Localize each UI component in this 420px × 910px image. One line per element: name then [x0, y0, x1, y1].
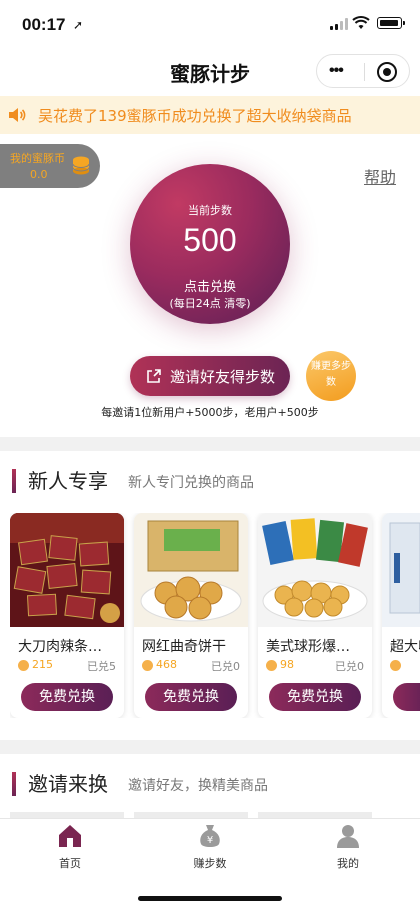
- home-icon: [59, 825, 81, 847]
- invite-section: 邀请来换 邀请好友，换精美商品: [0, 754, 420, 818]
- exchange-button[interactable]: 免费兑换: [269, 683, 361, 711]
- signal-icon: [330, 18, 348, 30]
- section-subtitle: 邀请好友，换精美商品: [128, 778, 268, 794]
- tab-label: 首页: [59, 857, 81, 870]
- storage-bag-image: [382, 513, 420, 627]
- product-price: 468: [156, 658, 177, 671]
- popcorn-image: [258, 513, 372, 627]
- product-carousel[interactable]: 大刀肉辣条… 215 已兑5 免费兑换 网红曲奇饼干 468 已兑0 免费兑换: [10, 513, 420, 718]
- product-price: 98: [280, 658, 294, 671]
- product-name: 网红曲奇饼干: [142, 639, 226, 655]
- share-icon: [147, 369, 161, 383]
- exchange-button[interactable]: 免费兑换: [145, 683, 237, 711]
- tab-home[interactable]: 首页: [20, 823, 120, 879]
- target-close-icon[interactable]: [377, 62, 397, 82]
- more-dots-icon[interactable]: •••: [329, 63, 344, 79]
- spicy-strip-image: [10, 513, 124, 627]
- section-title: 邀请来换: [28, 772, 108, 796]
- coin-value: 0.0: [30, 168, 48, 181]
- earn-more-steps-button[interactable]: 赚更多步数: [306, 351, 356, 401]
- tab-label: 我的: [337, 857, 359, 870]
- section-accent-bar: [12, 772, 16, 796]
- coin-stack-icon: [72, 156, 90, 175]
- tab-profile[interactable]: 我的: [298, 823, 398, 879]
- help-link[interactable]: 帮助: [364, 164, 396, 188]
- tab-earn-steps[interactable]: ¥ 赚步数: [160, 823, 260, 879]
- invite-tip: 每邀请1位新用户+5000步，老用户+500步: [101, 406, 319, 419]
- tab-label: 赚步数: [193, 857, 227, 870]
- nav-bar: 蜜豚计步 •••: [0, 48, 420, 96]
- product-sold: 已兑0: [211, 660, 240, 673]
- earn-more-label: 赚更多步数: [311, 361, 351, 388]
- invite-button-label: 邀请好友得步数: [170, 368, 276, 386]
- product-card[interactable]: 大刀肉辣条… 215 已兑5 免费兑换: [10, 513, 124, 718]
- status-bar: 00:17 ➚: [0, 0, 420, 48]
- product-sold: 已兑5: [87, 660, 116, 673]
- miniprogram-capsule: •••: [316, 54, 410, 88]
- battery-icon: [377, 17, 405, 29]
- product-card[interactable]: 超大收纳袋: [382, 513, 420, 718]
- product-sold: 已兑0: [335, 660, 364, 673]
- notice-bar: 吴花费了139蜜豚币成功兑换了超大收纳袋商品: [0, 96, 420, 134]
- coin-icon: [18, 660, 29, 671]
- home-indicator: [138, 896, 282, 901]
- notice-text: 吴花费了139蜜豚币成功兑换了超大收纳袋商品: [38, 107, 352, 125]
- section-accent-bar: [12, 469, 16, 493]
- coin-icon: [142, 660, 153, 671]
- product-name: 超大收纳袋: [390, 639, 420, 655]
- coin-badge[interactable]: 我的蜜豚币 0.0: [0, 144, 100, 188]
- product-card[interactable]: 网红曲奇饼干 468 已兑0 免费兑换: [134, 513, 248, 718]
- speaker-icon: [9, 108, 26, 122]
- product-name: 美式球形爆…: [266, 639, 350, 655]
- step-label: 当前步数: [188, 204, 232, 217]
- money-bag-icon: ¥: [200, 825, 220, 847]
- coin-icon: [266, 660, 277, 671]
- location-arrow-icon: ➚: [73, 18, 84, 32]
- exchange-label: 点击兑换: [183, 280, 236, 295]
- exchange-button[interactable]: [393, 683, 420, 711]
- exchange-button[interactable]: 免费兑换: [21, 683, 113, 711]
- step-exchange-circle[interactable]: 当前步数 500 点击兑换 (每日24点 清零): [130, 164, 290, 324]
- reset-note: (每日24点 清零): [169, 297, 251, 310]
- capsule-divider: [364, 63, 365, 81]
- wifi-icon: [352, 16, 370, 29]
- product-name: 大刀肉辣条…: [18, 639, 102, 655]
- product-price: 215: [32, 658, 53, 671]
- product-card[interactable]: 美式球形爆… 98 已兑0 免费兑换: [258, 513, 372, 718]
- newbie-section: 新人专享 新人专门兑换的商品 大刀肉辣条… 215 已兑5 免费兑换 网红曲奇饼…: [0, 451, 420, 740]
- invite-friends-button[interactable]: 邀请好友得步数: [130, 356, 290, 396]
- coin-icon: [390, 660, 401, 671]
- step-panel: 我的蜜豚币 0.0 帮助 当前步数 500 点击兑换 (每日24点 清零) 邀请…: [0, 134, 420, 437]
- svg-text:¥: ¥: [207, 835, 213, 846]
- status-time: 00:17: [22, 15, 66, 34]
- step-count: 500: [183, 222, 237, 258]
- coin-label: 我的蜜豚币: [10, 152, 65, 165]
- section-title: 新人专享: [28, 469, 108, 493]
- user-icon: [337, 825, 359, 848]
- section-subtitle: 新人专门兑换的商品: [128, 475, 254, 491]
- cookie-image: [134, 513, 248, 627]
